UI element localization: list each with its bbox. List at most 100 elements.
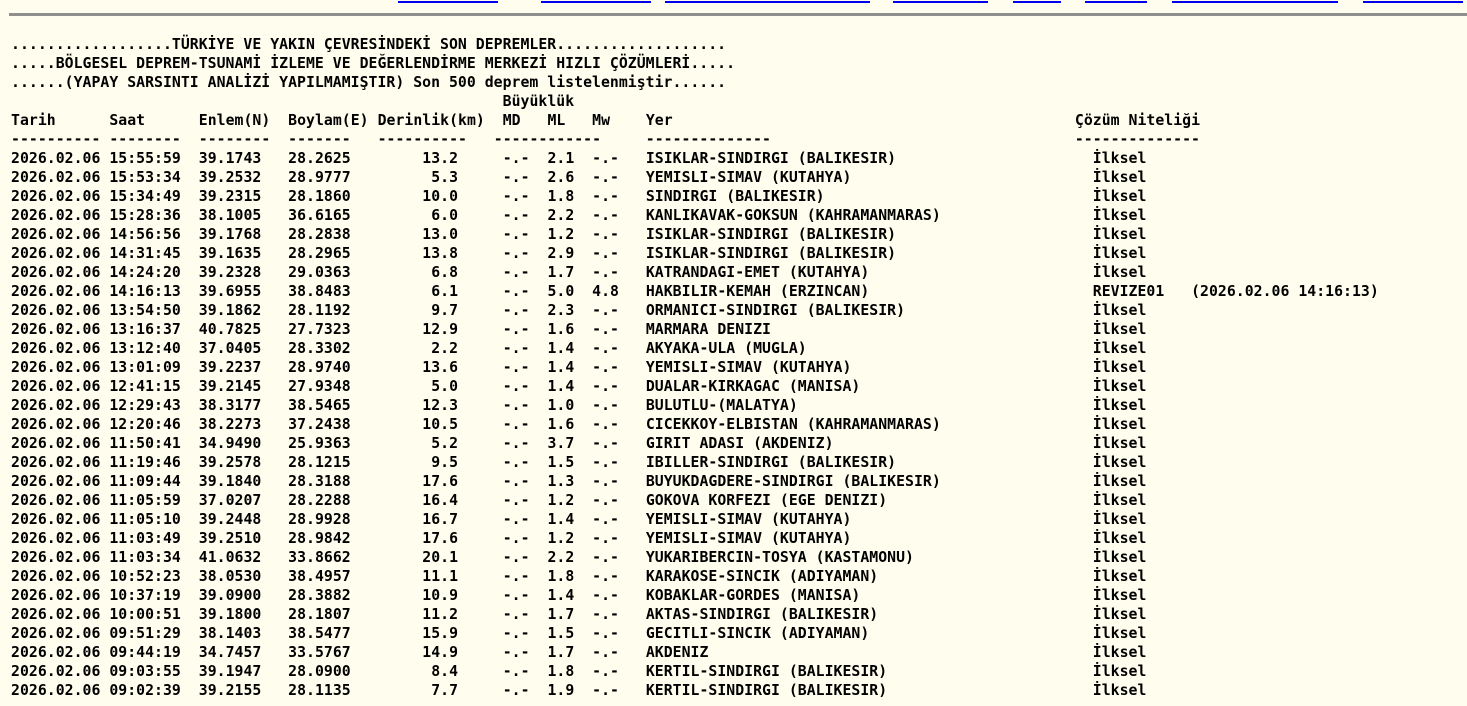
cell-date: 2026.02.06 (11, 188, 101, 205)
cell-quality: İlksel (1092, 397, 1147, 414)
cell-date: 2026.02.06 (11, 245, 101, 262)
cell-mw: -.- (592, 682, 619, 699)
cell-md: -.- (502, 663, 530, 680)
cell-depth: 13.6 (413, 359, 459, 376)
cell-date: 2026.02.06 (11, 150, 101, 167)
table-row: 2026.02.06 15:53:34 39.2532 28.9777 5.3 … (11, 168, 1379, 187)
cell-depth: 7.7 (413, 682, 459, 699)
cell-date: 2026.02.06 (11, 359, 101, 376)
cell-quality: İlksel (1092, 511, 1147, 528)
cell-place: AKTAS-SINDIRGI (BALIKESIR) (645, 606, 879, 623)
cell-time: 13:01:09 (109, 359, 181, 376)
cell-time: 14:24:20 (109, 264, 181, 281)
cell-quality: İlksel (1092, 169, 1147, 186)
cell-time: 13:54:50 (109, 302, 181, 319)
cell-quality: İlksel (1092, 625, 1147, 642)
cell-quality: İlksel (1092, 454, 1147, 471)
cell-lon: 28.3188 (288, 473, 351, 490)
cell-lon: 28.9928 (288, 511, 351, 528)
cell-quality: İlksel (1092, 226, 1147, 243)
cell-depth: 20.1 (413, 549, 459, 566)
sep-tarih: ---------- (11, 131, 101, 148)
earthquake-listing: ..................TÜRKİYE VE YAKIN ÇEVRE… (11, 35, 1379, 700)
col-ml: ML (547, 112, 566, 129)
cell-md: -.- (502, 264, 530, 281)
cell-quality: İlksel (1092, 606, 1147, 623)
cell-ml: 1.6 (547, 321, 575, 338)
cell-time: 11:50:41 (109, 435, 181, 452)
cell-quality: İlksel (1092, 568, 1147, 585)
cell-ml: 1.2 (547, 492, 575, 509)
nav-link-6[interactable] (1085, 0, 1147, 3)
cell-lat: 39.0900 (198, 587, 262, 604)
cell-md: -.- (502, 625, 530, 642)
nav-link-7[interactable] (1172, 0, 1338, 3)
cell-mw: -.- (592, 473, 619, 490)
cell-ml: 5.0 (547, 283, 575, 300)
table-row: 2026.02.06 14:56:56 39.1768 28.2838 13.0… (11, 225, 1379, 244)
cell-lat: 39.2145 (198, 378, 262, 395)
cell-quality: İlksel (1092, 302, 1147, 319)
magnitude-group-row: Büyüklük (11, 92, 1379, 111)
cell-depth: 9.5 (413, 454, 459, 471)
cell-place: YEMISLI-SIMAV (KUTAHYA) (645, 359, 852, 376)
cell-lat: 39.2155 (198, 682, 262, 699)
cell-ml: 1.2 (547, 530, 575, 547)
header-note: ......(YAPAY SARSINTI ANALİZİ YAPILMAMIŞ… (11, 74, 727, 91)
cell-date: 2026.02.06 (11, 492, 101, 509)
cell-md: -.- (502, 454, 530, 471)
cell-quality: İlksel (1092, 321, 1147, 338)
nav-link-4[interactable] (893, 0, 988, 3)
cell-lat: 41.0632 (198, 549, 262, 566)
cell-lon: 28.1860 (288, 188, 351, 205)
cell-depth: 12.9 (413, 321, 459, 338)
cell-lat: 37.0207 (198, 492, 262, 509)
magnitude-group-label: Büyüklük (502, 93, 575, 110)
cell-lat: 39.2448 (198, 511, 262, 528)
cell-lon: 38.4957 (288, 568, 351, 585)
cell-quality: İlksel (1092, 682, 1147, 699)
cell-lon: 28.1807 (288, 606, 351, 623)
nav-link-1[interactable] (398, 0, 498, 3)
cell-mw: -.- (592, 435, 619, 452)
nav-link-5[interactable] (1013, 0, 1061, 3)
sep-yer: -------------- (645, 131, 771, 148)
cell-depth: 6.1 (413, 283, 459, 300)
cell-place: KERTIL-SINDIRGI (BALIKESIR) (645, 663, 888, 680)
nav-link-8[interactable] (1363, 0, 1463, 3)
cell-md: -.- (502, 378, 530, 395)
cell-ml: 1.3 (547, 473, 575, 490)
cell-md: -.- (502, 169, 530, 186)
cell-quality: REVIZE01 (2026.02.06 14:16:13) (1092, 283, 1379, 300)
cell-date: 2026.02.06 (11, 663, 101, 680)
cell-time: 14:31:45 (109, 245, 181, 262)
cell-mw: -.- (592, 663, 619, 680)
cell-ml: 1.5 (547, 454, 575, 471)
cell-lon: 28.2838 (288, 226, 351, 243)
cell-depth: 8.4 (413, 663, 459, 680)
col-cozum: Çözüm Niteliği (1074, 112, 1201, 129)
table-row: 2026.02.06 10:00:51 39.1800 28.1807 11.2… (11, 605, 1379, 624)
nav-link-2[interactable] (541, 0, 651, 3)
cell-ml: 2.3 (547, 302, 575, 319)
cell-depth: 16.4 (413, 492, 459, 509)
cell-time: 15:34:49 (109, 188, 181, 205)
cell-mw: -.- (592, 568, 619, 585)
cell-time: 14:56:56 (109, 226, 181, 243)
cell-time: 15:28:36 (109, 207, 181, 224)
cell-date: 2026.02.06 (11, 682, 101, 699)
cell-md: -.- (502, 568, 530, 585)
cell-place: KATRANDAGI-EMET (KUTAHYA) (645, 264, 870, 281)
cell-lat: 39.1862 (198, 302, 262, 319)
cell-mw: -.- (592, 511, 619, 528)
cell-ml: 1.8 (547, 188, 575, 205)
cell-lat: 39.1635 (198, 245, 262, 262)
cell-lat: 39.2578 (198, 454, 262, 471)
cell-md: -.- (502, 340, 530, 357)
cell-ml: 1.2 (547, 226, 575, 243)
cell-quality: İlksel (1092, 549, 1147, 566)
cell-depth: 2.2 (413, 340, 459, 357)
cell-ml: 2.2 (547, 207, 575, 224)
nav-link-3[interactable] (665, 0, 870, 3)
cell-quality: İlksel (1092, 188, 1147, 205)
